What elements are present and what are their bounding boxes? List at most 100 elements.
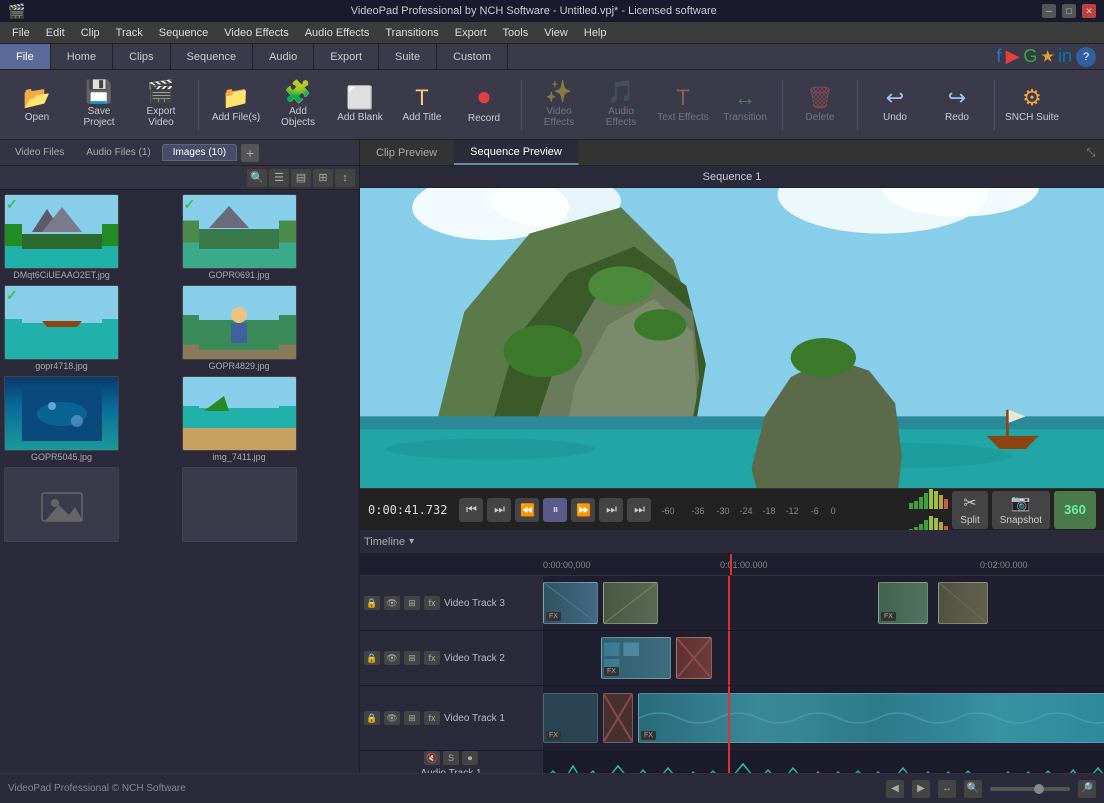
tab-clips[interactable]: Clips (113, 44, 170, 69)
sequence-preview-tab[interactable]: Sequence Preview (454, 140, 579, 165)
track-solo-icon[interactable]: S (443, 751, 459, 765)
tab-audio-files[interactable]: Audio Files (1) (75, 144, 161, 161)
export-video-button[interactable]: 🎬 Export Video (132, 75, 190, 135)
thumbnail-item-7[interactable] (182, 467, 356, 542)
add-blank-button[interactable]: ⬜ Add Blank (331, 75, 389, 135)
clip-video3-3[interactable]: FX (878, 582, 928, 624)
add-objects-button[interactable]: 🧩 Add Objects (269, 75, 327, 135)
track-eye-icon-2[interactable]: 👁 (384, 651, 400, 665)
clip-preview-tab[interactable]: Clip Preview (360, 140, 454, 165)
zoom-out-button[interactable]: 🔎 (1078, 780, 1096, 798)
track-mute-icon[interactable]: 🔇 (424, 751, 440, 765)
thumbnail-item-0[interactable]: ✓ DMqt6CiUEAAO2ET.jpg (4, 194, 178, 281)
track-content-video1[interactable]: FX (543, 686, 1104, 751)
thumbnail-item-4[interactable]: GOPR5045.jpg (4, 376, 178, 463)
track-lock-icon-2[interactable]: 🔒 (364, 651, 380, 665)
menu-view[interactable]: View (536, 25, 576, 41)
track-lock-icon-3[interactable]: 🔒 (364, 711, 380, 725)
track-lock-icon[interactable]: 🔒 (364, 596, 380, 610)
skip-start-button[interactable]: ⏮ (459, 498, 483, 522)
tab-images[interactable]: Images (10) (162, 144, 237, 161)
timeline-scroll-right[interactable]: ▶ (912, 780, 930, 798)
rewind-button[interactable]: ⏪ (515, 498, 539, 522)
menu-clip[interactable]: Clip (73, 25, 108, 41)
open-button[interactable]: 📂 Open (8, 75, 66, 135)
prev-frame-button[interactable]: ⏭ (487, 498, 511, 522)
clip-video1-2[interactable] (603, 693, 633, 743)
clip-video3-4[interactable] (938, 582, 988, 624)
track-eye-icon[interactable]: 👁 (384, 596, 400, 610)
save-button[interactable]: 💾 Save Project (70, 75, 128, 135)
tab-file[interactable]: File (0, 44, 51, 69)
add-title-button[interactable]: T Add Title (393, 75, 451, 135)
clip-video3-2[interactable] (603, 582, 658, 624)
audio-waveform[interactable]: FX 🔊 (543, 751, 1104, 773)
add-files-button[interactable]: 📁 Add File(s) (207, 75, 265, 135)
detail-view-button[interactable]: ▤ (291, 169, 311, 187)
split-button[interactable]: ✂ Split (952, 491, 987, 529)
video-effects-button[interactable]: ✨ Video Effects (530, 75, 588, 135)
thumbnail-item-2[interactable]: ✓ gopr4718.jpg (4, 285, 178, 372)
clip-video2-2[interactable] (676, 637, 712, 679)
nch-suite-button[interactable]: ⚙ SNCH Suite (1003, 75, 1061, 135)
clip-video3-1[interactable]: FX (543, 582, 598, 624)
forward-button[interactable]: ⏩ (571, 498, 595, 522)
track-group-icon-3[interactable]: ⊞ (404, 711, 420, 725)
undo-button[interactable]: ↩ Undo (866, 75, 924, 135)
clip-video2-1[interactable]: FX (601, 637, 671, 679)
zoom-handle[interactable] (1034, 784, 1044, 794)
redo-button[interactable]: ↪ Redo (928, 75, 986, 135)
record-button[interactable]: ⏺ Record (455, 75, 513, 135)
timeline-dropdown[interactable]: ▾ (409, 536, 414, 547)
track-content-video3[interactable]: FX FX (543, 576, 1104, 630)
track-content-video2[interactable]: FX FX (543, 631, 1104, 685)
track-group-icon-2[interactable]: ⊞ (404, 651, 420, 665)
list-view-button[interactable]: ☰ (269, 169, 289, 187)
text-effects-button[interactable]: T Text Effects (654, 75, 712, 135)
search-files-button[interactable]: 🔍 (247, 169, 267, 187)
delete-button[interactable]: 🗑 Delete (791, 75, 849, 135)
menu-sequence[interactable]: Sequence (151, 25, 217, 41)
thumbnail-item-3[interactable]: GOPR4829.jpg (182, 285, 356, 372)
clip-video1-long[interactable]: FX (638, 693, 1104, 743)
menu-export[interactable]: Export (447, 25, 495, 41)
zoom-in-button[interactable]: 🔍 (964, 780, 982, 798)
track-eye-icon-3[interactable]: 👁 (384, 711, 400, 725)
thumbnail-item-6[interactable] (4, 467, 178, 542)
zoom-fit-button[interactable]: ↔ (938, 780, 956, 798)
grid-view-button[interactable]: ⊞ (313, 169, 333, 187)
tab-custom[interactable]: Custom (437, 44, 508, 69)
play-pause-button[interactable]: ⏸ (543, 498, 567, 522)
menu-video-effects[interactable]: Video Effects (216, 25, 296, 41)
track-fx-icon-3[interactable]: fx (424, 711, 440, 725)
close-button[interactable]: ✕ (1082, 4, 1096, 18)
menu-transitions[interactable]: Transitions (377, 25, 446, 41)
track-fx-icon-2[interactable]: fx (424, 651, 440, 665)
add-tab-button[interactable]: + (241, 144, 259, 162)
tab-video-files[interactable]: Video Files (4, 144, 75, 161)
thumbnail-item-1[interactable]: ✓ GOPR0691.jpg (182, 194, 356, 281)
minimize-button[interactable]: ─ (1042, 4, 1056, 18)
preview-fullscreen-button[interactable]: ⤡ (1081, 143, 1101, 163)
tab-suite[interactable]: Suite (379, 44, 437, 69)
track-record-icon[interactable]: ⏺ (462, 751, 478, 765)
sort-button[interactable]: ↕ (335, 169, 355, 187)
tab-sequence[interactable]: Sequence (171, 44, 254, 69)
zoom-slider[interactable] (990, 787, 1070, 791)
menu-help[interactable]: Help (576, 25, 615, 41)
next-frame-button[interactable]: ⏭ (599, 498, 623, 522)
audio-effects-button[interactable]: 🎵 Audio Effects (592, 75, 650, 135)
menu-track[interactable]: Track (108, 25, 151, 41)
maximize-button[interactable]: □ (1062, 4, 1076, 18)
transition-button[interactable]: ↔ Transition (716, 75, 774, 135)
snapshot-button[interactable]: 📷 Snapshot (992, 491, 1050, 529)
tab-home[interactable]: Home (51, 44, 113, 69)
track-group-icon[interactable]: ⊞ (404, 596, 420, 610)
timeline-scroll-left[interactable]: ◀ (886, 780, 904, 798)
menu-audio-effects[interactable]: Audio Effects (297, 25, 378, 41)
clip-video1-1[interactable]: FX (543, 693, 598, 743)
menu-edit[interactable]: Edit (38, 25, 73, 41)
skip-end-button[interactable]: ⏭ (627, 498, 651, 522)
track-fx-icon[interactable]: fx (424, 596, 440, 610)
vr-button[interactable]: 360 (1054, 491, 1096, 529)
